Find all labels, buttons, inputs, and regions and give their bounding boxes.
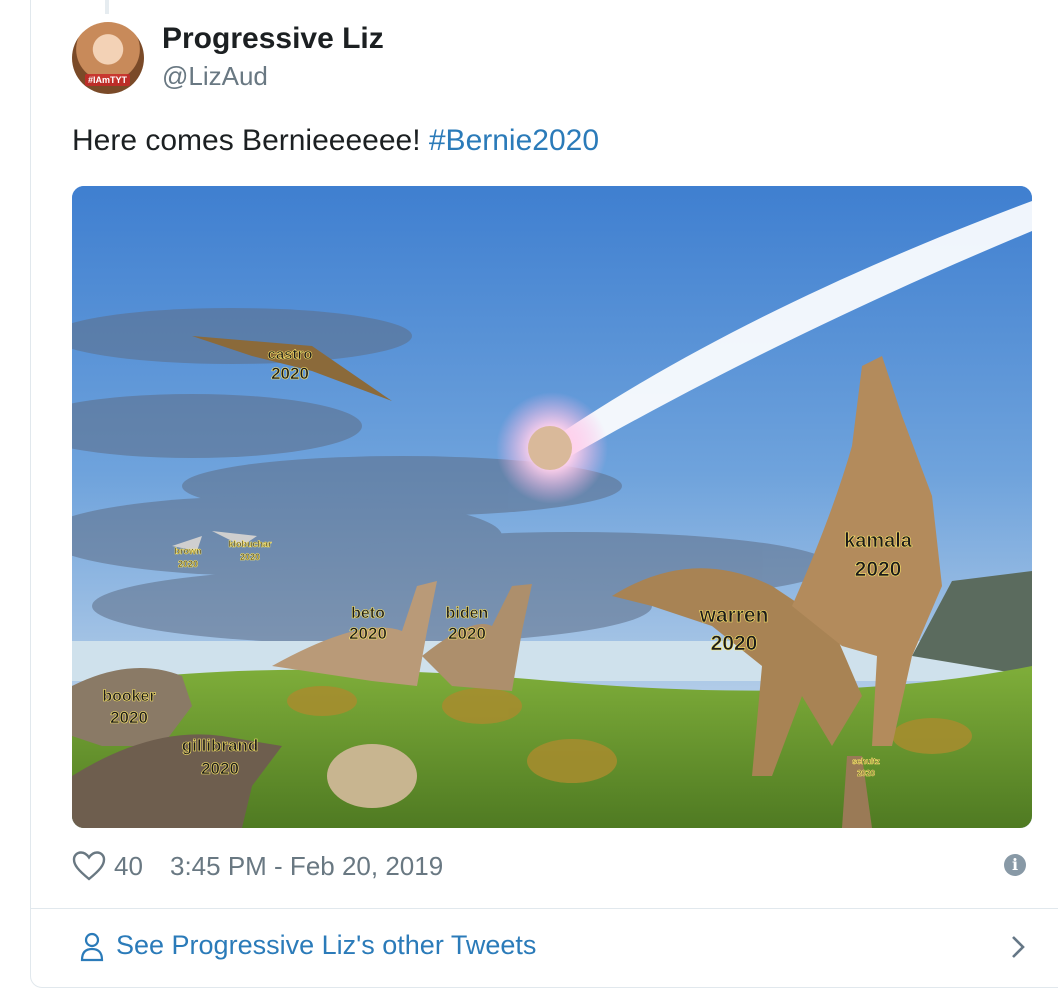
label-biden-year: 2020 xyxy=(448,624,486,643)
chevron-right-icon[interactable] xyxy=(1010,934,1026,960)
label-brown-year: 2020 xyxy=(178,559,198,569)
label-klobuchar-name: klobuchar xyxy=(228,539,272,549)
label-warren-year: 2020 xyxy=(711,632,758,655)
label-castro-year: 2020 xyxy=(271,364,309,383)
label-schultz-year: 2020 xyxy=(857,769,875,778)
label-beto-year: 2020 xyxy=(349,624,387,643)
meme-image: castro 2020 brown 2020 klobuchar 2020 be… xyxy=(72,186,1032,828)
label-brown-name: brown xyxy=(175,546,202,556)
avatar-tag: #IAmTYT xyxy=(85,74,131,86)
tweet-image[interactable]: castro 2020 brown 2020 klobuchar 2020 be… xyxy=(72,186,1032,828)
label-kamala-name: kamala xyxy=(844,530,913,552)
divider xyxy=(31,908,1058,909)
label-klobuchar-year: 2020 xyxy=(240,552,260,562)
label-schultz-name: schultz xyxy=(852,757,880,766)
tweet-footer: 40 3:45 PM - Feb 20, 2019 i xyxy=(72,848,1032,884)
author-handle[interactable]: @LizAud xyxy=(162,60,384,92)
label-castro-name: castro xyxy=(267,346,312,363)
tweet-text-body: Here comes Bernieeeeee! xyxy=(72,124,429,157)
tweet-text: Here comes Bernieeeeee! #Bernie2020 xyxy=(72,124,599,158)
author-name[interactable]: Progressive Liz xyxy=(162,22,384,56)
heart-icon[interactable] xyxy=(72,850,106,882)
person-icon xyxy=(80,932,104,962)
see-other-tweets-label[interactable]: See Progressive Liz's other Tweets xyxy=(116,930,536,961)
author-block[interactable]: Progressive Liz @LizAud xyxy=(162,22,384,92)
label-booker-year: 2020 xyxy=(110,708,148,727)
see-other-tweets-link[interactable]: See Progressive Liz's other Tweets xyxy=(72,926,1032,970)
meteor-face xyxy=(528,426,572,470)
label-warren-name: warren xyxy=(699,604,769,627)
tweet-timestamp[interactable]: 3:45 PM - Feb 20, 2019 xyxy=(170,851,443,882)
label-gillibrand-year: 2020 xyxy=(201,759,239,778)
hashtag-link[interactable]: #Bernie2020 xyxy=(429,124,599,157)
info-icon[interactable]: i xyxy=(1004,854,1026,876)
like-count[interactable]: 40 xyxy=(114,851,143,882)
label-beto-name: beto xyxy=(351,605,385,622)
label-gillibrand-name: gillibrand xyxy=(182,736,259,755)
label-kamala-year: 2020 xyxy=(855,558,902,581)
avatar[interactable]: #IAmTYT xyxy=(72,22,144,94)
label-biden-name: biden xyxy=(446,605,489,622)
label-booker-name: booker xyxy=(102,688,155,705)
